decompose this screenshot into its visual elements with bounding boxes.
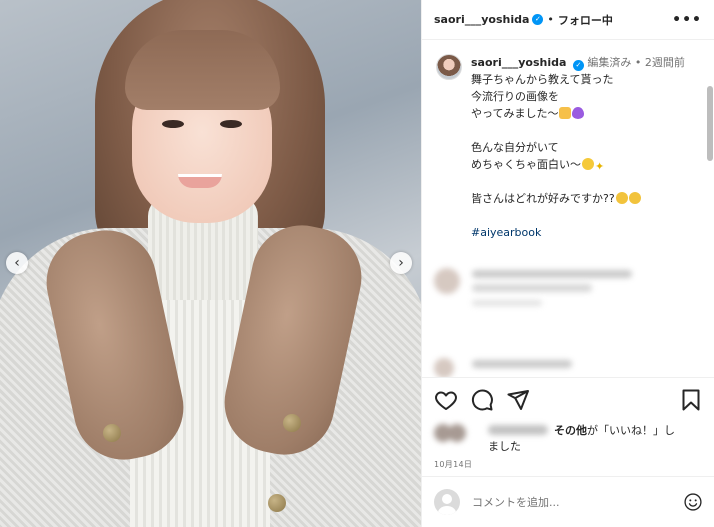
likes-suffix: が「いいね！」し — [587, 424, 675, 437]
more-icon[interactable]: ••• — [672, 12, 702, 28]
blurred-comment — [434, 358, 694, 377]
photo-eye-left — [162, 120, 184, 128]
comment-icon[interactable] — [470, 388, 494, 412]
blurred-liker-avatars — [434, 422, 480, 442]
hashtag-link[interactable]: #aiyearbook — [471, 224, 685, 241]
comments-scroll-area[interactable]: saori___yoshida ✓ 編集済み • 2週間前 舞子ちゃんから教えて… — [422, 40, 714, 377]
caption-line-text: 皆さんはどれが好みですか?? — [471, 192, 615, 205]
likes-summary[interactable]: その他が「いいね！」し ました — [422, 422, 714, 455]
following-button[interactable]: フォロー中 — [558, 12, 613, 28]
caption-line: 色んな自分がいて — [471, 141, 559, 154]
avatar[interactable] — [436, 54, 462, 80]
header-username[interactable]: saori___yoshida — [434, 13, 529, 26]
caption-body: saori___yoshida ✓ 編集済み • 2週間前 舞子ちゃんから教えて… — [471, 54, 685, 241]
caption-line-with-emoji: やってみました〜 — [471, 105, 685, 122]
caption-line-with-emoji: めちゃくちゃ面白い〜 ✦ — [471, 156, 685, 173]
post-side-panel: saori___yoshida ✓ • フォロー中 ••• saori___yo… — [421, 0, 714, 527]
post-photo[interactable]: ‹ › — [0, 0, 421, 527]
purple-heart-emoji-icon — [572, 107, 585, 119]
likes-text: その他が「いいね！」し ました — [488, 422, 675, 455]
edited-label: 編集済み — [587, 56, 632, 69]
heart-icon[interactable] — [434, 388, 458, 412]
comment-composer — [422, 476, 714, 527]
caption-line-text: めちゃくちゃ面白い〜 — [471, 158, 581, 171]
blurred-liker-name — [488, 425, 548, 435]
caption-separator: • — [634, 56, 642, 69]
caption-header: saori___yoshida ✓ 編集済み • 2週間前 — [471, 54, 685, 71]
caption-username[interactable]: saori___yoshida — [471, 56, 566, 69]
photo-eye-right — [220, 120, 242, 128]
share-icon[interactable] — [506, 388, 530, 412]
next-image-button[interactable]: › — [390, 252, 412, 274]
likes-others-link[interactable]: その他 — [554, 424, 587, 437]
photo-bangs — [125, 30, 280, 110]
likes-line2: ました — [488, 440, 521, 453]
verified-icon: ✓ — [532, 14, 544, 25]
emoji-icon[interactable] — [683, 492, 703, 512]
sparkle-emoji-icon: ✦ — [595, 160, 605, 173]
previous-image-button[interactable]: ‹ — [6, 252, 28, 274]
smiling-emoji-icon — [582, 158, 594, 170]
avatar — [434, 489, 460, 515]
grinning-emoji-icon — [615, 192, 628, 204]
person-gesturing-emoji-icon — [559, 107, 572, 119]
photo-coat-button — [268, 494, 286, 512]
photo-coat-button — [283, 414, 301, 432]
bookmark-icon[interactable] — [679, 388, 703, 412]
caption-line-text: やってみました〜 — [471, 107, 559, 120]
likes-line: その他が「いいね！」し — [488, 422, 675, 439]
likes-text-line1: その他が「いいね！」し — [554, 424, 675, 437]
action-bar — [422, 378, 714, 422]
post-header: saori___yoshida ✓ • フォロー中 ••• — [422, 0, 714, 40]
blurred-comment — [434, 268, 694, 308]
comment-input[interactable] — [472, 495, 683, 509]
caption-line: 舞子ちゃんから教えて貰った — [471, 73, 614, 86]
scrollbar[interactable] — [707, 86, 713, 161]
post-actions: その他が「いいね！」し ました 10月14日 — [422, 377, 714, 470]
grinning-emoji-icon — [628, 192, 641, 204]
post-date[interactable]: 10月14日 — [422, 455, 714, 470]
header-separator: • — [547, 13, 554, 26]
caption-line-with-emoji: 皆さんはどれが好みですか?? — [471, 190, 685, 207]
time-ago[interactable]: 2週間前 — [645, 56, 685, 69]
caption: saori___yoshida ✓ 編集済み • 2週間前 舞子ちゃんから教えて… — [422, 40, 714, 241]
caption-line: 今流行りの画像を — [471, 90, 559, 103]
verified-icon: ✓ — [572, 60, 584, 71]
photo-coat-button — [103, 424, 121, 442]
